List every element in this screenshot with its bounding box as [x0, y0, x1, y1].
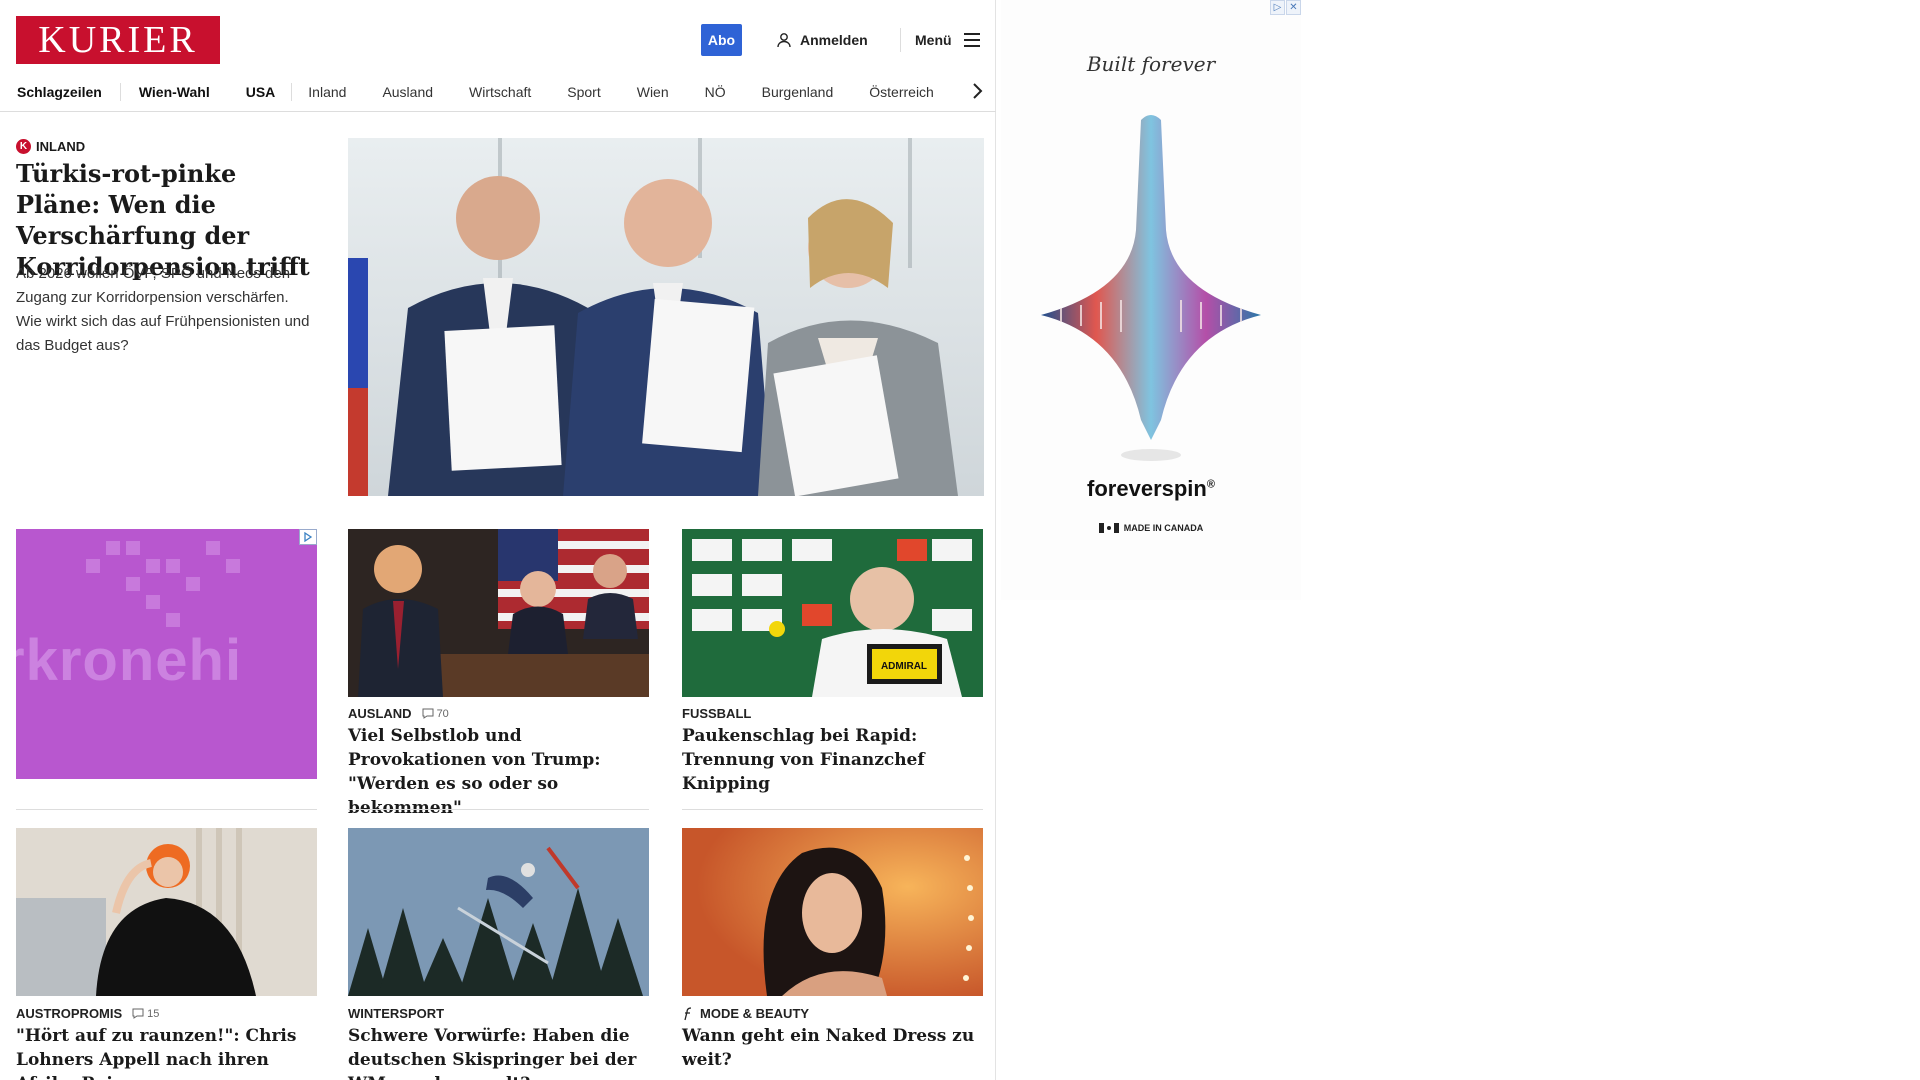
promo-banner[interactable]: rkronehi — [16, 529, 317, 779]
adchoices-icon[interactable] — [299, 529, 317, 545]
ad-brand: foreverspin® — [1001, 476, 1301, 502]
card-meta-lohner: AUSTROPROMIS 15 — [16, 1006, 159, 1021]
card-image-trump[interactable] — [348, 529, 649, 697]
card-category-wintersport[interactable]: WINTERSPORT — [348, 1006, 444, 1021]
kurier-k-icon: K — [16, 139, 31, 154]
lead-category-label: INLAND — [36, 139, 86, 154]
card-category-ausland[interactable]: AUSLAND — [348, 706, 412, 721]
card-image-naked-dress[interactable] — [682, 828, 983, 996]
card-headline-lohner[interactable]: "Hört auf zu raunzen!": Chris Lohners Ap… — [16, 1024, 317, 1080]
nav-separator — [291, 82, 293, 101]
card-category-mode-beauty[interactable]: MODE & BEAUTY — [700, 1006, 809, 1021]
card-headline-rapid[interactable]: Paukenschlag bei Rapid: Trennung von Fin… — [682, 724, 983, 796]
card-category-fussball[interactable]: FUSSBALL — [682, 706, 751, 721]
card-image-rapid[interactable]: ADMIRAL — [682, 529, 983, 697]
ad-made-in-label: MADE IN CANADA — [1123, 523, 1204, 533]
abo-button[interactable]: Abo — [701, 24, 742, 56]
row-divider — [16, 809, 317, 810]
trump-photo-icon — [348, 529, 649, 697]
nav-item-schlagzeilen[interactable]: Schlagzeilen — [17, 84, 102, 100]
promo-text: rkronehi — [16, 628, 243, 693]
user-icon — [777, 33, 791, 48]
nav-item-inland[interactable]: Inland — [308, 84, 346, 100]
lead-image[interactable] — [348, 138, 984, 496]
nav-item-oesterreich[interactable]: Österreich — [869, 84, 934, 100]
card-meta-naked-dress: MODE & BEAUTY — [682, 1006, 809, 1021]
row-divider — [682, 809, 983, 810]
nav-item-wirtschaft[interactable]: Wirtschaft — [469, 84, 531, 100]
section-nav: Schlagzeilen Wien-Wahl USA Inland Auslan… — [0, 72, 996, 112]
comment-icon — [422, 708, 434, 719]
ad-brand-name: foreverspin — [1087, 476, 1207, 501]
card-image-lohner[interactable] — [16, 828, 317, 996]
nav-item-sport[interactable]: Sport — [567, 84, 600, 100]
foreverspin-ad[interactable]: ▷ ✕ Built forever foreverspin® MADE IN C… — [1001, 0, 1301, 600]
canada-flag-icon — [1098, 523, 1119, 533]
fashion-f-icon — [684, 1006, 692, 1020]
card-meta-trump: AUSLAND 70 — [348, 706, 449, 721]
nav-item-noe[interactable]: NÖ — [705, 84, 726, 100]
nav-separator — [119, 82, 121, 101]
card-meta-skijump: WINTERSPORT — [348, 1006, 444, 1021]
adchoices-icon[interactable]: ▷ — [1270, 0, 1285, 15]
nav-item-burgenland[interactable]: Burgenland — [762, 84, 834, 100]
card-headline-trump[interactable]: Viel Selbstlob und Provokationen von Tru… — [348, 724, 649, 820]
woman-black-dress-photo-icon — [16, 828, 317, 996]
card-category-austropromis[interactable]: AUSTROPROMIS — [16, 1006, 122, 1021]
nav-item-usa[interactable]: USA — [246, 84, 276, 100]
nav-item-ausland[interactable]: Ausland — [382, 84, 433, 100]
close-icon[interactable]: ✕ — [1286, 0, 1301, 15]
kurier-logo[interactable]: KURIER — [16, 16, 220, 64]
hamburger-icon — [963, 33, 980, 47]
comment-count-value: 70 — [436, 707, 449, 720]
nav-scroll-right-button[interactable] — [964, 78, 990, 104]
card-headline-skijump[interactable]: Schwere Vorwürfe: Haben die deutschen Sk… — [348, 1024, 649, 1080]
menu-label: Menü — [915, 32, 952, 48]
header-divider — [900, 28, 901, 52]
registered-mark: ® — [1206, 478, 1215, 491]
login-label: Anmelden — [800, 32, 868, 48]
ad-controls: ▷ ✕ — [1270, 0, 1301, 15]
chevron-right-icon — [973, 83, 983, 99]
ad-made-in: MADE IN CANADA — [1001, 523, 1301, 533]
svg-text:ADMIRAL: ADMIRAL — [881, 661, 927, 672]
ski-jumper-photo-icon — [348, 828, 649, 996]
lead-category[interactable]: K INLAND — [16, 139, 85, 154]
lead-photo-icon — [348, 138, 984, 496]
comment-count[interactable]: 70 — [422, 708, 449, 720]
woman-portrait-photo-icon — [682, 828, 983, 996]
kurier-site: KURIER Abo Anmelden Menü Schlagzeilen Wi… — [0, 0, 996, 1080]
top-bar: KURIER Abo Anmelden Menü — [0, 0, 996, 80]
row-divider — [348, 809, 649, 810]
lead-teaser: Ab 2026 wollen ÖVP, SPÖ und Neos den Zug… — [16, 265, 310, 354]
nav-item-wien-wahl[interactable]: Wien-Wahl — [139, 84, 210, 100]
nav-item-wien[interactable]: Wien — [637, 84, 669, 100]
card-meta-rapid: FUSSBALL — [682, 706, 751, 721]
menu-button[interactable]: Menü — [915, 24, 980, 56]
comment-icon — [132, 1008, 144, 1019]
press-conference-photo-icon: ADMIRAL — [682, 529, 983, 697]
card-image-skijump[interactable] — [348, 828, 649, 996]
ad-script-text: Built forever — [1086, 52, 1216, 76]
card-headline-naked-dress[interactable]: Wann geht ein Naked Dress zu weit? — [682, 1024, 983, 1072]
spinning-top-icon — [1041, 115, 1261, 461]
login-button[interactable]: Anmelden — [776, 24, 868, 56]
comment-count[interactable]: 15 — [132, 1008, 159, 1020]
comment-count-value: 15 — [147, 1007, 160, 1020]
